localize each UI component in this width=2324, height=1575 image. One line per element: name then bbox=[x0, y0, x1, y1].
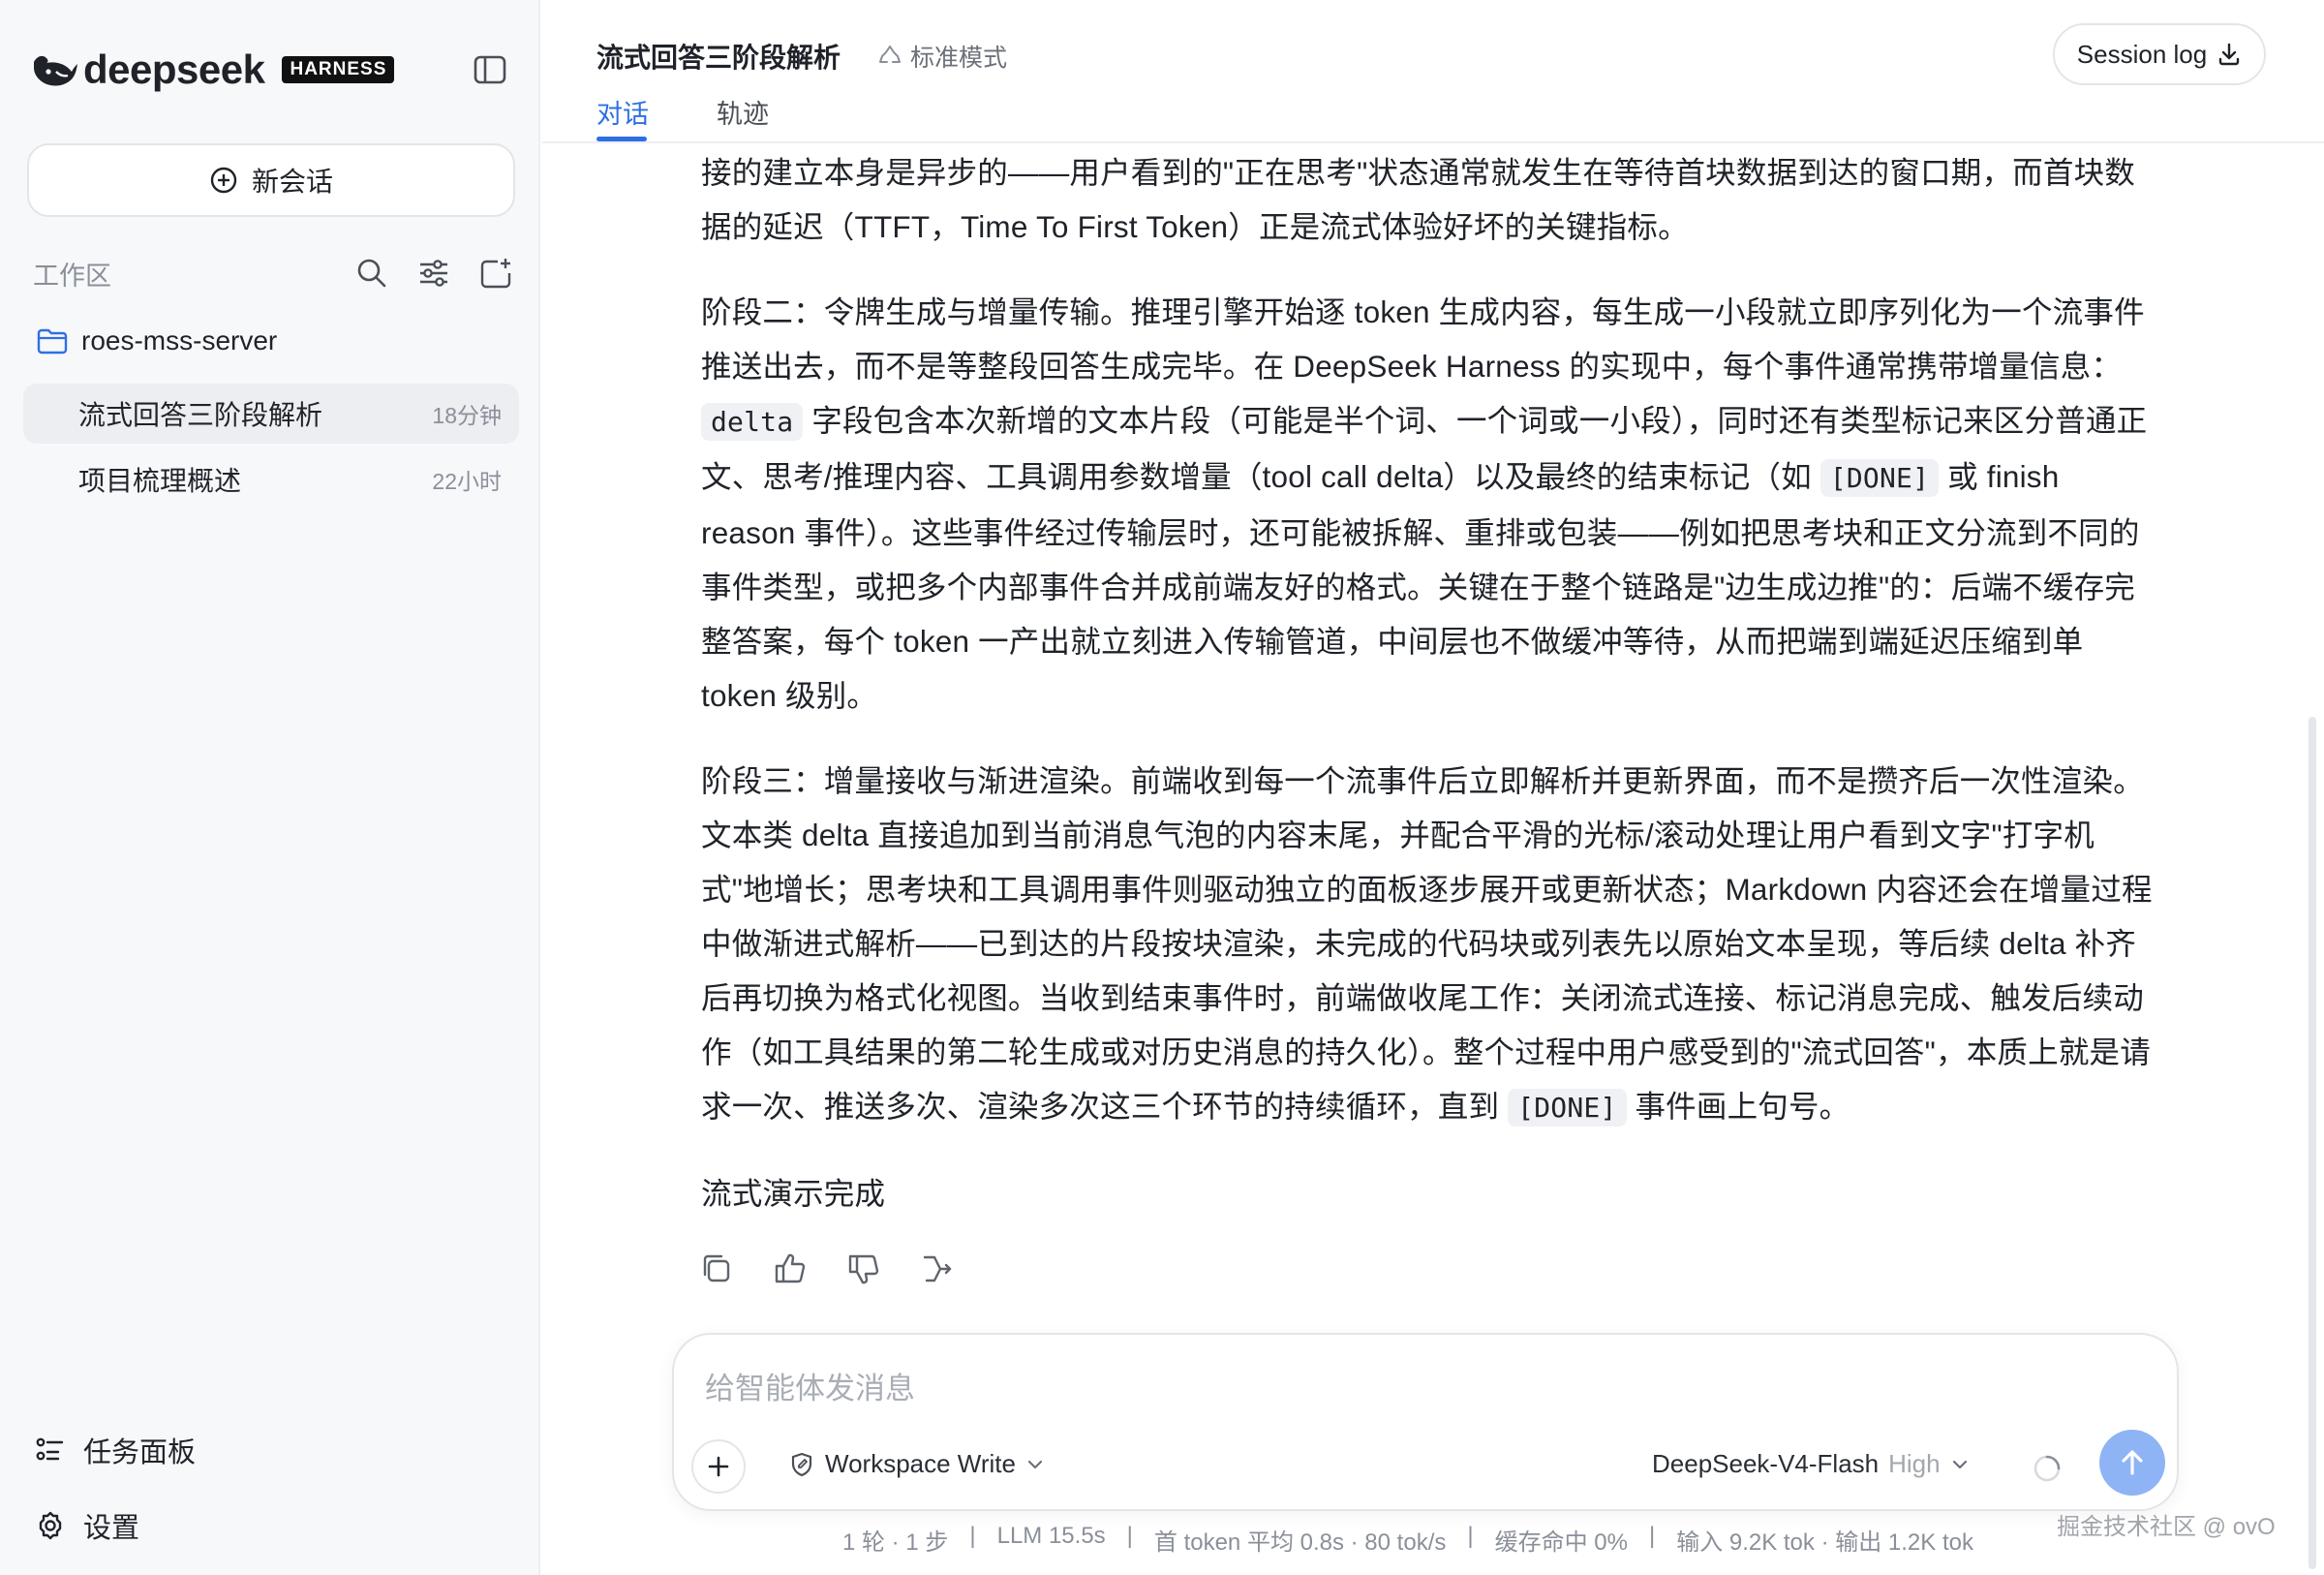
assistant-message: 接的建立本身是异步的——用户看到的"正在思考"状态通常就发生在等待首块数据到达的… bbox=[701, 145, 2154, 1251]
chevron-down-icon bbox=[1952, 1460, 1967, 1468]
message-composer: 给智能体发消息 Workspace Write DeepSeek-V4-Flas… bbox=[672, 1333, 2179, 1511]
attach-button[interactable] bbox=[691, 1439, 746, 1494]
permission-selector[interactable]: Workspace Write bbox=[788, 1449, 1045, 1479]
filter-sliders-icon[interactable] bbox=[416, 256, 451, 291]
model-selector[interactable]: DeepSeek-V4-Flash High bbox=[1652, 1449, 1970, 1479]
reasoning-effort: High bbox=[1888, 1449, 1941, 1478]
chat-item-time: 22小时 bbox=[432, 469, 502, 494]
message-actions bbox=[699, 1251, 955, 1286]
sidebar: deepseek HARNESS 新会话 工作区 roes-mss-server… bbox=[0, 0, 540, 1575]
task-list-icon bbox=[36, 1437, 64, 1461]
message-paragraph-1: 接的建立本身是异步的——用户看到的"正在思考"状态通常就发生在等待首块数据到达的… bbox=[701, 155, 2135, 244]
settings-label: 设置 bbox=[83, 1513, 140, 1544]
new-chat-button[interactable]: 新会话 bbox=[27, 143, 515, 217]
stat-separator: | bbox=[1467, 1523, 1474, 1549]
thumbs-up-icon[interactable] bbox=[773, 1251, 808, 1286]
scrollbar[interactable] bbox=[2309, 717, 2316, 1569]
session-log-label: Session log bbox=[2076, 39, 2208, 69]
message-paragraph-2: 阶段二：令牌生成与增量传输。推理引擎开始逐 token 生成内容，每生成一小段就… bbox=[701, 285, 2154, 723]
inline-code-done: [DONE] bbox=[1819, 459, 1940, 497]
message-paragraph-3: 阶段三：增量接收与渐进渲染。前端收到每一个流事件后立即解析并更新界面，而不是攒齐… bbox=[701, 754, 2154, 1135]
stat-separator: | bbox=[969, 1523, 976, 1549]
permission-label: Workspace Write bbox=[825, 1449, 1016, 1478]
stat-llm-time: LLM 15.5s bbox=[996, 1523, 1106, 1549]
tab-trace[interactable]: 轨迹 bbox=[717, 93, 769, 131]
thumbs-down-icon[interactable] bbox=[846, 1251, 881, 1286]
stat-separator: | bbox=[1126, 1523, 1133, 1549]
brand-badge: HARNESS bbox=[282, 56, 395, 83]
page-title: 流式回答三阶段解析 bbox=[596, 43, 841, 73]
message-text: 阶段二：令牌生成与增量传输。推理引擎开始逐 token 生成内容，每生成一小段就… bbox=[701, 294, 2145, 384]
active-tab-indicator bbox=[596, 137, 647, 141]
stat-turns: 1 轮 · 1 步 bbox=[842, 1529, 949, 1556]
new-folder-icon[interactable] bbox=[478, 256, 513, 291]
whale-logo-icon bbox=[34, 55, 77, 86]
workspace-header: 工作区 bbox=[33, 254, 513, 293]
message-text: 事件画上句号。 bbox=[1626, 1089, 1850, 1124]
new-chat-label: 新会话 bbox=[251, 167, 333, 197]
settings-button[interactable]: 设置 bbox=[35, 1505, 139, 1546]
chat-item[interactable]: 项目梳理概述 22小时 bbox=[23, 449, 519, 510]
gear-icon bbox=[39, 1511, 62, 1540]
chat-item-active[interactable]: 流式回答三阶段解析 18分钟 bbox=[23, 384, 519, 444]
chevron-down-icon bbox=[1027, 1460, 1043, 1468]
plus-circle-icon bbox=[210, 167, 237, 194]
stat-cache: 缓存命中 0% bbox=[1494, 1529, 1628, 1556]
project-folder[interactable]: roes-mss-server bbox=[37, 325, 277, 356]
inline-code-done: [DONE] bbox=[1508, 1089, 1627, 1127]
plus-icon bbox=[708, 1456, 729, 1477]
session-log-button[interactable]: Session log bbox=[2053, 23, 2266, 85]
branch-icon[interactable] bbox=[920, 1251, 955, 1286]
usage-stats: 1 轮 · 1 步 | LLM 15.5s | 首 token 平均 0.8s … bbox=[842, 1523, 1973, 1557]
brand-name: deepseek bbox=[83, 46, 265, 92]
chat-item-label: 项目梳理概述 bbox=[78, 466, 242, 496]
shield-edit-icon bbox=[791, 1452, 812, 1476]
copy-icon[interactable] bbox=[699, 1251, 734, 1286]
stat-separator: | bbox=[1648, 1523, 1656, 1549]
recycle-icon bbox=[879, 46, 901, 63]
message-input[interactable]: 给智能体发消息 bbox=[705, 1364, 915, 1407]
message-text: 或 finish reason 事件）。这些事件经过传输层时，还可能被拆解、重排… bbox=[701, 459, 2140, 713]
send-button[interactable] bbox=[2099, 1430, 2165, 1496]
chat-item-time: 18分钟 bbox=[432, 403, 502, 428]
model-name: DeepSeek-V4-Flash bbox=[1652, 1449, 1880, 1478]
message-text: 阶段三：增量接收与渐进渲染。前端收到每一个流事件后立即解析并更新界面，而不是攒齐… bbox=[701, 763, 2153, 1124]
search-icon[interactable] bbox=[354, 256, 389, 291]
workspace-title: 工作区 bbox=[33, 261, 111, 291]
stat-tokens: 输入 9.2K tok · 输出 1.2K tok bbox=[1676, 1529, 1973, 1556]
loading-spinner-icon bbox=[2034, 1455, 2061, 1482]
folder-icon bbox=[37, 328, 68, 355]
task-board-label: 任务面板 bbox=[83, 1437, 197, 1468]
inline-code-delta: delta bbox=[701, 403, 804, 441]
mode-label: 标准模式 bbox=[910, 45, 1008, 72]
conversation-header: 流式回答三阶段解析 标准模式 对话 轨迹 Session log bbox=[542, 0, 2324, 143]
sidebar-toggle-icon[interactable] bbox=[473, 52, 507, 87]
stat-first-token: 首 token 平均 0.8s · 80 tok/s bbox=[1153, 1529, 1447, 1556]
project-name: roes-mss-server bbox=[81, 325, 278, 355]
download-icon bbox=[2219, 43, 2240, 66]
arrow-up-icon bbox=[2122, 1450, 2143, 1475]
task-board-button[interactable]: 任务面板 bbox=[35, 1430, 196, 1470]
mode-indicator[interactable]: 标准模式 bbox=[877, 39, 1007, 74]
message-paragraph-4: 流式演示完成 bbox=[701, 1176, 886, 1211]
tab-chat[interactable]: 对话 bbox=[596, 93, 649, 131]
watermark: 掘金技术社区 @ ovO bbox=[2057, 1514, 2276, 1540]
chat-item-label: 流式回答三阶段解析 bbox=[78, 400, 323, 430]
brand-logo: deepseek HARNESS bbox=[31, 46, 395, 92]
